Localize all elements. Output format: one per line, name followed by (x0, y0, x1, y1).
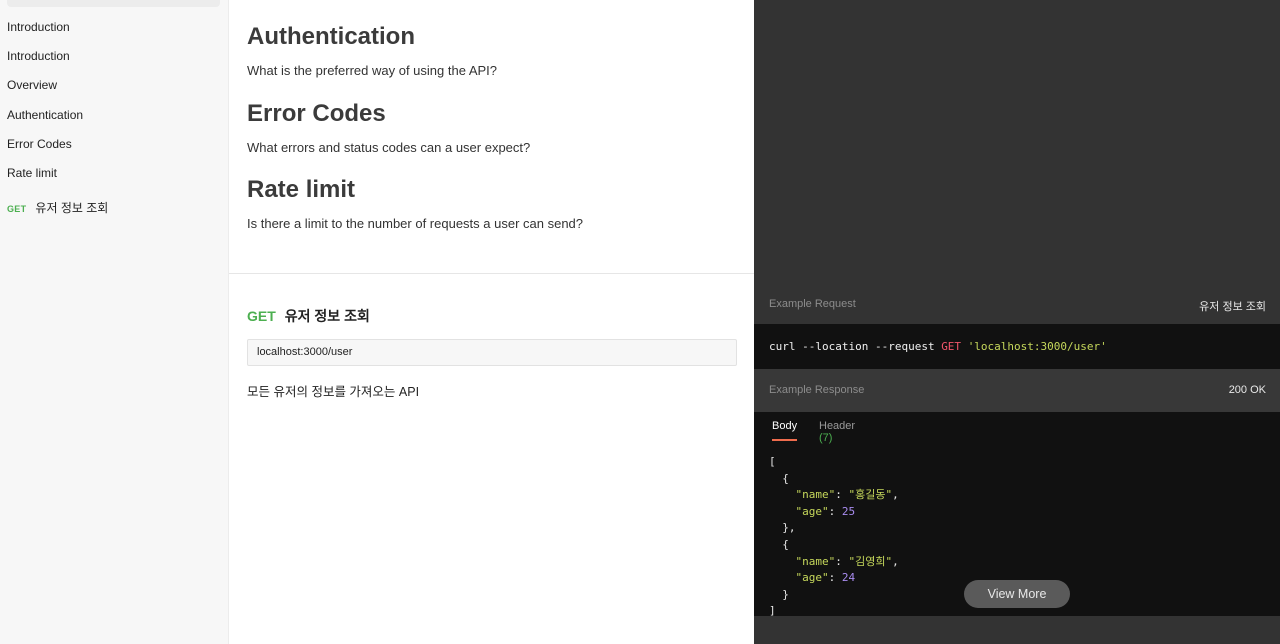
sidebar-selected-item[interactable] (7, 0, 220, 7)
response-status[interactable]: 200 OK (1229, 384, 1266, 396)
sidebar-item-introduction[interactable]: Introduction (7, 19, 70, 35)
sidebar-item-rate-limit[interactable]: Rate limit (7, 165, 57, 181)
user-age-1: 25 (841, 504, 856, 518)
section-desc-error-codes: What errors and status codes can a user … (247, 140, 531, 155)
divider (229, 273, 754, 274)
endpoint-heading: GET 유저 정보 조회 (247, 306, 370, 326)
example-request-bar: Example Request 유저 정보 조회 (754, 288, 1280, 324)
response-json: [ { "name": "홍길동", "age": 25 }, { "name"… (769, 455, 899, 616)
section-title-rate-limit: Rate limit (247, 176, 356, 203)
tab-header[interactable]: Header (7) (819, 420, 856, 444)
user-name-2: "김영희" (848, 554, 893, 568)
tab-body[interactable]: Body (772, 420, 798, 441)
header-count: (7) (819, 432, 833, 444)
curl-command: curl --location --request (769, 340, 942, 353)
main-content: Authentication What is the preferred way… (229, 0, 754, 644)
section-desc-authentication: What is the preferred way of using the A… (247, 63, 498, 78)
endpoint-method: GET (247, 308, 276, 324)
response-footer (754, 616, 1280, 644)
method-badge: GET (7, 204, 27, 214)
sidebar-item-error-codes[interactable]: Error Codes (7, 136, 72, 152)
user-name-1: "홍길동" (848, 488, 893, 502)
curl-code-block: curl --location --request GET 'localhost… (754, 324, 1280, 369)
sidebar: Introduction Introduction Overview Authe… (0, 0, 229, 644)
view-more-button[interactable]: View More (964, 580, 1070, 608)
response-body: Body Header (7) [ { "name": "홍길동", "age"… (754, 412, 1280, 616)
endpoint-title: 유저 정보 조회 (284, 308, 370, 324)
sidebar-item-introduction-2[interactable]: Introduction (7, 48, 70, 64)
sidebar-item-authentication[interactable]: Authentication (7, 107, 83, 123)
sidebar-item-overview[interactable]: Overview (7, 77, 57, 93)
tab-header-label: Header (819, 420, 856, 432)
section-title-error-codes: Error Codes (247, 100, 386, 127)
endpoint-description: 모든 유저의 정보를 가져오는 API (247, 385, 420, 399)
curl-method: GET (941, 340, 962, 353)
section-title-authentication: Authentication (247, 23, 415, 50)
example-request-label: Example Request (769, 298, 856, 310)
curl-url: 'localhost:3000/user' (967, 340, 1107, 353)
example-response-label: Example Response (769, 384, 865, 396)
section-desc-rate-limit: Is there a limit to the number of reques… (247, 216, 584, 231)
example-response-bar: Example Response 200 OK (754, 369, 1280, 412)
endpoint-url-field[interactable]: localhost:3000/user (247, 339, 737, 366)
user-age-2: 24 (841, 571, 856, 585)
example-request-name[interactable]: 유저 정보 조회 (1199, 298, 1266, 314)
sidebar-item-endpoint[interactable]: GET 유저 정보 조회 (7, 200, 108, 216)
example-panel: Example Request 유저 정보 조회 curl --location… (754, 0, 1280, 644)
sidebar-endpoint-label: 유저 정보 조회 (35, 201, 109, 215)
